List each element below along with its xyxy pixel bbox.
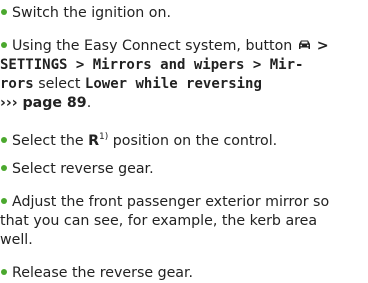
bullet-icon — [1, 42, 7, 48]
step-easy-connect-line2: SETTINGS > Mirrors and wipers > Mir- — [0, 56, 368, 75]
step-switch-ignition: Switch the ignition on. — [0, 4, 368, 23]
bullet-icon — [1, 269, 7, 275]
menu-separator: > — [311, 38, 329, 54]
menu-path-end: rors — [0, 76, 34, 92]
step-text: select — [33, 76, 85, 92]
step-text: . — [86, 95, 92, 111]
car-menu-icon — [297, 38, 312, 50]
step-select-r-position: Select the R1) position on the control. — [0, 128, 368, 151]
step-text: Select reverse gear. — [12, 161, 154, 177]
step-text: position on the control. — [108, 133, 278, 149]
step-text: Release the reverse gear. — [12, 265, 194, 281]
bullet-icon — [1, 165, 7, 171]
document-page: Switch the ignition on. Using the Easy C… — [0, 0, 368, 281]
step-release-reverse: Release the reverse gear. — [0, 264, 368, 283]
position-r: R — [88, 133, 100, 149]
step-text: Switch the ignition on. — [12, 5, 171, 21]
page-reference-link[interactable]: ››› page 89 — [0, 95, 87, 111]
reference-page: page 89 — [17, 95, 87, 111]
step-easy-connect-line3: rors select Lower while reversing — [0, 75, 368, 94]
step-text: Using the Easy Connect system, button — [12, 38, 293, 54]
step-text: Adjust the front passenger exterior mirr… — [12, 194, 330, 210]
step-adjust-mirror-line1: Adjust the front passenger exterior mirr… — [0, 193, 368, 212]
bullet-icon — [1, 9, 7, 15]
step-select-reverse: Select reverse gear. — [0, 160, 368, 179]
footnote-marker: 1) — [99, 132, 109, 142]
step-easy-connect-line1: Using the Easy Connect system, button > — [0, 37, 368, 56]
step-text: Select the — [12, 133, 89, 149]
reference-arrow-icon: ››› — [0, 95, 18, 111]
step-text: well. — [0, 232, 33, 248]
step-text: that you can see, for example, the kerb … — [0, 213, 318, 229]
bullet-icon — [1, 137, 7, 143]
step-adjust-mirror-line2: that you can see, for example, the kerb … — [0, 212, 368, 231]
bullet-icon — [1, 198, 7, 204]
menu-option: Lower while reversing — [84, 76, 262, 92]
step-adjust-mirror-line3: well. — [0, 231, 368, 250]
step-easy-connect-line4: ››› page 89. — [0, 94, 368, 113]
menu-path: SETTINGS > Mirrors and wipers > Mir- — [0, 57, 304, 73]
